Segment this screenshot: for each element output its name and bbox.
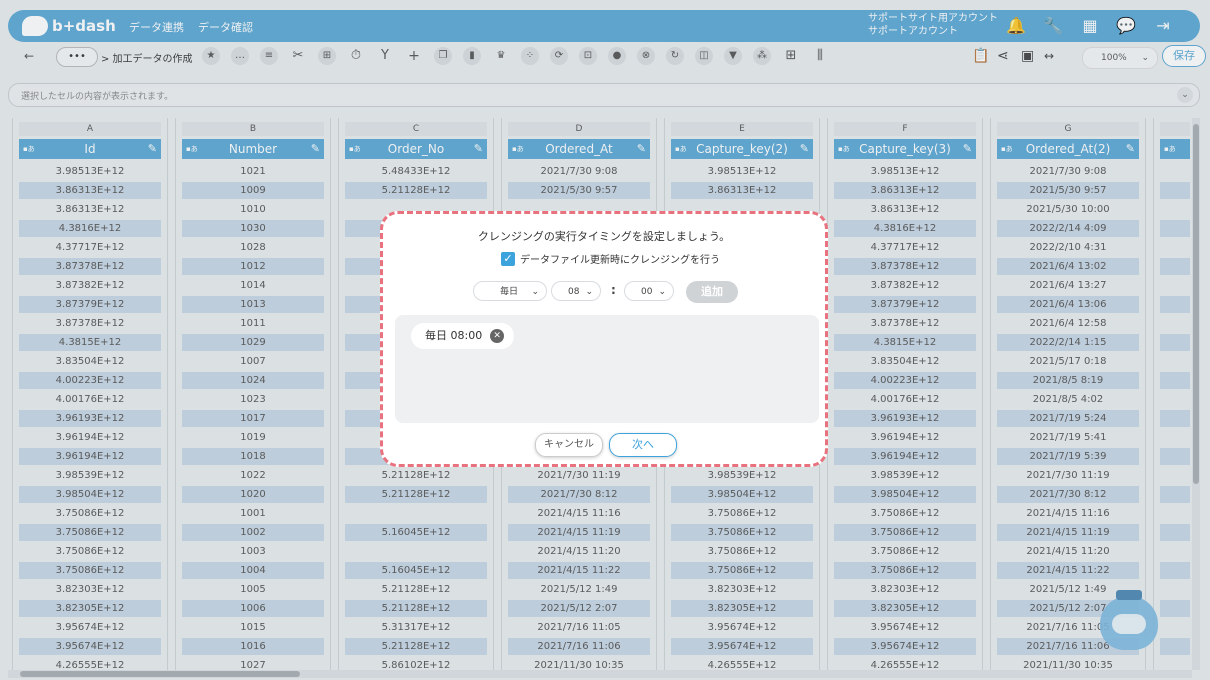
checkmark-icon[interactable]: ✓ <box>501 251 515 266</box>
close-icon[interactable]: ✕ <box>490 329 505 343</box>
time-separator: : <box>611 283 616 297</box>
checkbox-label: データファイル更新時にクレンジングを行う <box>520 255 720 266</box>
next-button[interactable]: 次へ <box>609 433 677 457</box>
cleansing-schedule-dialog: クレンジングの実行タイミングを設定しましょう。 ✓ データファイル更新時にクレン… <box>380 211 828 467</box>
add-schedule-button[interactable]: 追加 <box>686 281 738 303</box>
update-trigger-checkbox[interactable]: ✓ データファイル更新時にクレンジングを行う <box>501 251 720 266</box>
hour-select[interactable]: 08 ⌄ <box>551 281 601 301</box>
chevron-down-icon: ⌄ <box>658 287 666 297</box>
schedule-chip: 毎日 08:00 ✕ <box>411 323 515 349</box>
chevron-down-icon: ⌄ <box>585 287 593 297</box>
cancel-button[interactable]: キャンセル <box>535 433 603 457</box>
schedule-list: 毎日 08:00 ✕ <box>395 315 819 423</box>
frequency-select[interactable]: 毎日 ⌄ <box>473 281 547 301</box>
dialog-title: クレンジングの実行タイミングを設定しましょう。 <box>477 230 731 243</box>
chevron-down-icon: ⌄ <box>531 287 539 297</box>
schedule-chip-label: 毎日 08:00 <box>425 329 483 342</box>
minute-select[interactable]: 00 ⌄ <box>624 281 674 301</box>
